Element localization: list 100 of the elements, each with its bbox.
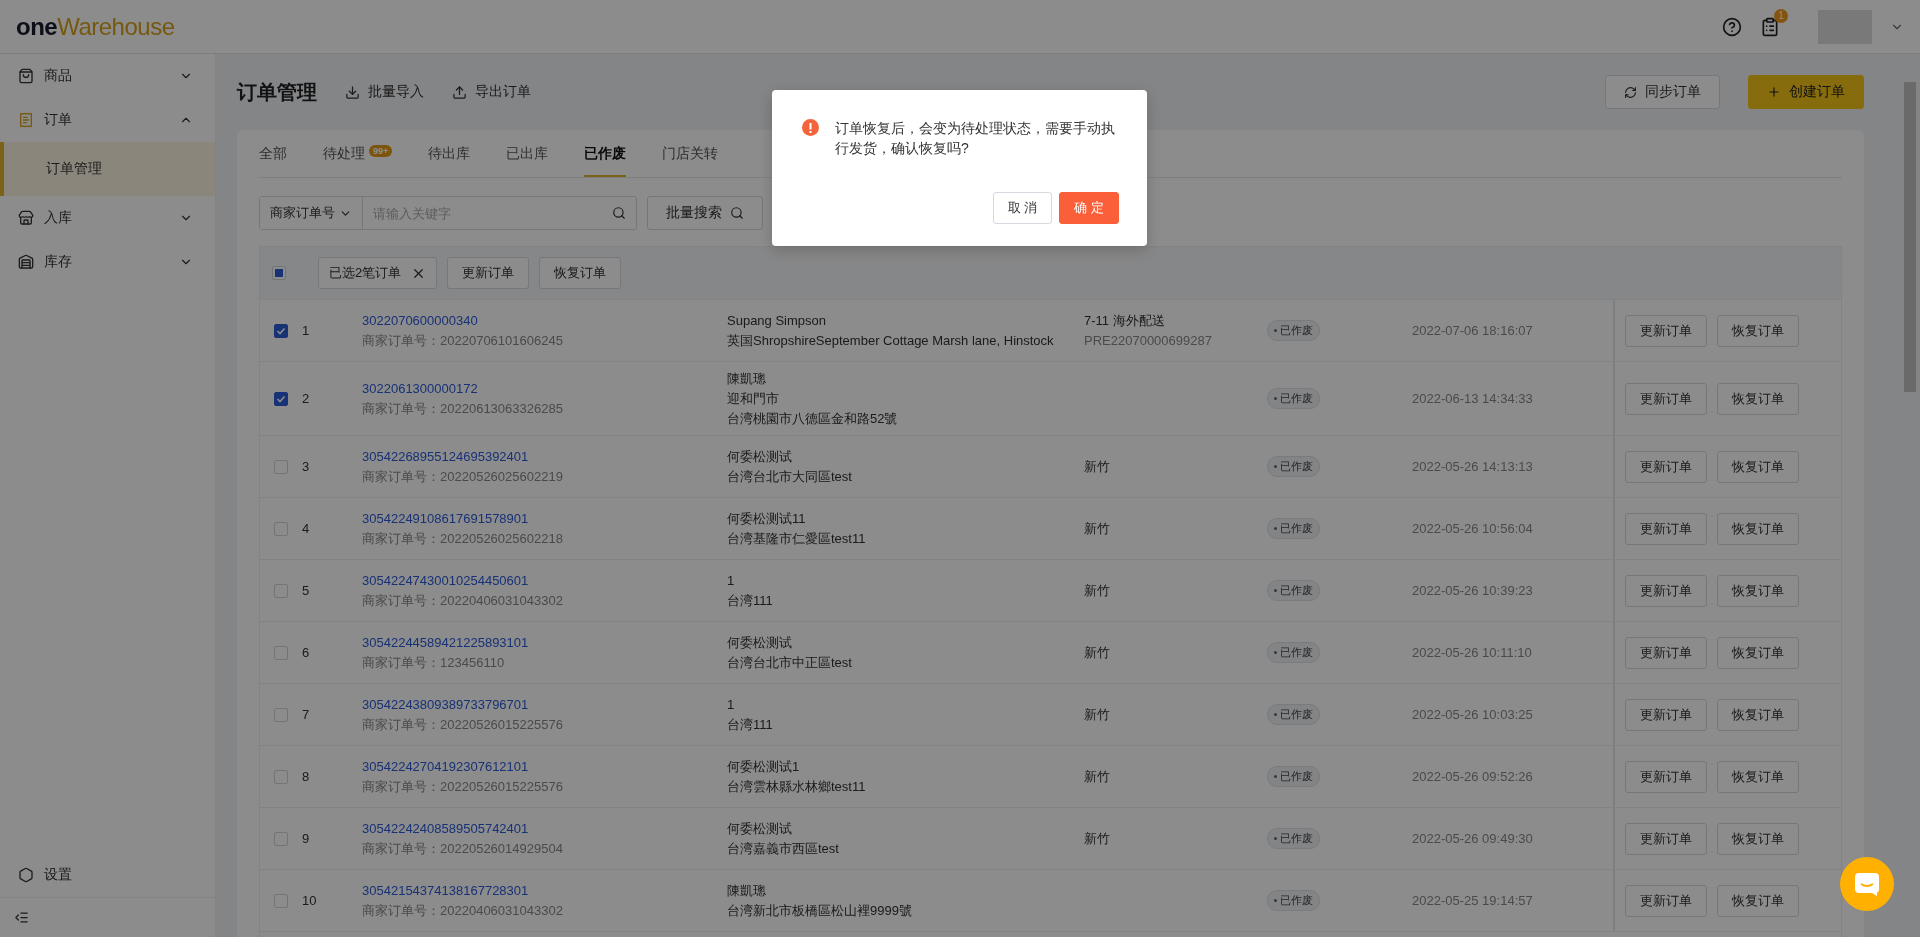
status-tag: 已作废 (1267, 890, 1320, 911)
recipient-text: 何委松测试 (727, 448, 793, 465)
row-action-button[interactable]: 更新订单 (1625, 884, 1707, 917)
header-action[interactable]: 批量导入 (345, 83, 424, 101)
row-index: 2 (302, 390, 311, 407)
order-number-link[interactable]: 30542242704192307612101 (362, 758, 727, 775)
tab[interactable]: 全部 (259, 145, 287, 177)
merchant-order-number: 商家订单号：20220613063326285 (362, 400, 564, 417)
tab[interactable]: 已出库 (506, 145, 549, 177)
row-action-button[interactable]: 恢复订单 (1717, 574, 1799, 607)
row-action-button[interactable]: 恢复订单 (1717, 314, 1799, 347)
row-action-button[interactable]: 更新订单 (1625, 382, 1707, 415)
row-index: 5 (302, 582, 311, 599)
row-checkbox[interactable] (274, 391, 288, 406)
row-action-button[interactable]: 恢复订单 (1717, 382, 1799, 415)
merchant-order-number: 商家订单号：20220406031043302 (362, 902, 564, 919)
shipping-text: 新竹 (1084, 582, 1111, 599)
row-action-button[interactable]: 更新订单 (1625, 450, 1707, 483)
row-action-button[interactable]: 恢复订单 (1717, 698, 1799, 731)
sidebar-item[interactable]: 入库 (0, 196, 215, 240)
row-action-button[interactable]: 恢复订单 (1717, 450, 1799, 483)
sidebar-subitem[interactable]: 订单管理 (0, 142, 215, 196)
row-action-button[interactable]: 更新订单 (1625, 698, 1707, 731)
status-tag: 已作废 (1267, 704, 1320, 725)
recipient-text: 台湾雲林縣水林鄉test11 (727, 778, 867, 795)
shipping-text: 7-11 海外配送 (1084, 312, 1166, 329)
chat-icon (1854, 872, 1880, 896)
create-button[interactable]: 创建订单 (1748, 75, 1864, 109)
shop-icon (18, 254, 34, 270)
order-number-link[interactable]: 30542243809389733796701 (362, 696, 727, 713)
recipient-text: 台湾嘉義市西區test (727, 840, 840, 857)
row-action-button[interactable]: 更新订单 (1625, 760, 1707, 793)
sidebar-item[interactable]: 商品 (0, 54, 215, 98)
row-action-button[interactable]: 恢复订单 (1717, 884, 1799, 917)
cancel-button[interactable]: 取 消 (992, 192, 1053, 224)
recipient-text: Supang Simpson (727, 312, 827, 329)
sync-button[interactable]: 同步订单 (1605, 75, 1720, 109)
field-dropdown[interactable]: 商家订单号 (260, 197, 363, 229)
merchant-order-number: 商家订单号：20220526015225576 (362, 778, 564, 795)
order-number-link[interactable]: 30542247430010254450601 (362, 572, 727, 589)
tab[interactable]: 待处理 99+ (323, 145, 393, 177)
recipient-text: 台湾台北市中正區test (727, 654, 853, 671)
row-checkbox[interactable] (274, 323, 288, 338)
row-action-button[interactable]: 更新订单 (1625, 574, 1707, 607)
batch-search-button[interactable]: 批量搜索 (647, 196, 763, 230)
row-action-button[interactable]: 更新订单 (1625, 512, 1707, 545)
search-icon (730, 206, 744, 220)
status-tag: 已作废 (1267, 766, 1320, 787)
status-tag: 已作废 (1267, 320, 1320, 341)
shipping-text: 新竹 (1084, 830, 1111, 847)
refresh-icon (1624, 85, 1637, 99)
order-number-link[interactable]: 3022061300000172 (362, 380, 727, 397)
row-action-button[interactable]: 恢复订单 (1717, 822, 1799, 855)
order-time: 2022-05-26 09:52:26 (1412, 768, 1534, 785)
tab[interactable]: 待出库 (428, 145, 471, 177)
row-action-button[interactable]: 恢复订单 (1717, 760, 1799, 793)
settings-item[interactable]: 设置 (0, 853, 215, 897)
bulk-action-button[interactable]: 更新订单 (447, 257, 530, 289)
recipient-text: 何委松测试1 (727, 758, 801, 775)
warning-icon (802, 119, 819, 136)
help-icon[interactable] (1722, 16, 1742, 37)
recipient-text: 何委松测试11 (727, 510, 807, 527)
recipient-text: 陳凱璁 (727, 370, 767, 387)
chat-button[interactable] (1840, 857, 1894, 911)
row-action-button[interactable]: 更新订单 (1625, 314, 1707, 347)
tab[interactable]: 已作废 (584, 145, 627, 177)
notification-badge: 1 (1774, 8, 1788, 23)
row-action-button[interactable]: 更新订单 (1625, 636, 1707, 669)
recipient-text: 台湾基隆市仁愛區test11 (727, 530, 867, 547)
recipient-text: 台湾桃園市八德區金和路52號 (727, 410, 899, 427)
row-action-button[interactable]: 恢复订单 (1717, 512, 1799, 545)
bag-icon (18, 68, 34, 84)
order-number-link[interactable]: 30542244589421225893101 (362, 634, 727, 651)
order-time: 2022-05-25 19:14:57 (1412, 892, 1534, 909)
collapse-menu-icon[interactable] (14, 910, 29, 925)
row-action-button[interactable]: 恢复订单 (1717, 636, 1799, 669)
clipboard-icon[interactable] (1760, 16, 1780, 37)
header-action[interactable]: 导出订单 (452, 83, 531, 101)
confirm-button[interactable]: 确 定 (1059, 192, 1119, 224)
receipt-icon (18, 112, 34, 128)
status-tag: 已作废 (1267, 642, 1320, 663)
order-number-link[interactable]: 30542249108617691578901 (362, 510, 727, 527)
select-all-checkbox[interactable] (272, 266, 286, 280)
row-index: 10 (302, 892, 318, 909)
order-number-link[interactable]: 30542268955124695392401 (362, 448, 727, 465)
sidebar-item[interactable]: 订单 (0, 98, 215, 142)
order-number-link[interactable]: 30542242408589505742401 (362, 820, 727, 837)
status-tag: 已作废 (1267, 580, 1320, 601)
order-number-link[interactable]: 3022070600000340 (362, 312, 727, 329)
tab[interactable]: 门店关转 (662, 145, 719, 177)
bulk-action-button[interactable]: 恢复订单 (539, 257, 622, 289)
recipient-text: 陳凱璁 (727, 882, 767, 899)
logo: oneWarehouse (16, 12, 176, 41)
recipient-text: 1 (727, 572, 736, 589)
order-number-link[interactable]: 30542154374138167728301 (362, 882, 727, 899)
sidebar-item[interactable]: 库存 (0, 240, 215, 284)
row-action-button[interactable]: 更新订单 (1625, 822, 1707, 855)
scrollbar[interactable] (1904, 82, 1916, 392)
order-time: 2022-05-26 14:13:13 (1412, 458, 1534, 475)
order-time: 2022-05-26 10:39:23 (1412, 582, 1534, 599)
